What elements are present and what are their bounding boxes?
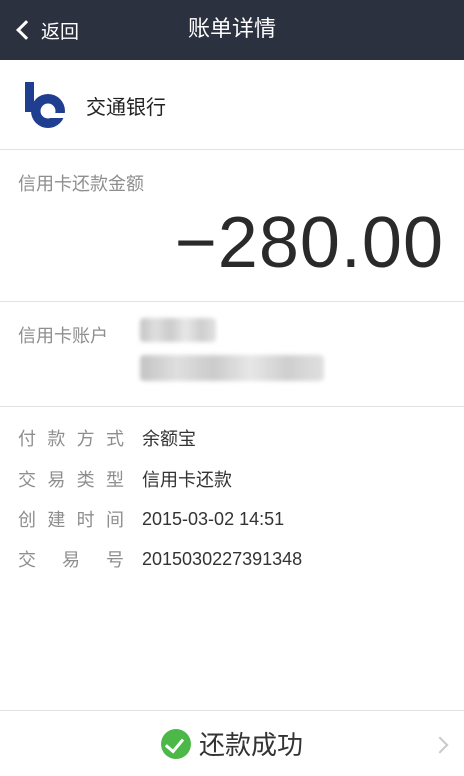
detail-row-payment-method: 付款方式 余额宝 [18, 418, 448, 458]
divider [0, 149, 464, 150]
divider [0, 406, 464, 407]
detail-value: 余额宝 [142, 429, 196, 449]
chevron-left-icon [16, 20, 36, 40]
account-name-blurred [140, 318, 216, 342]
bank-row: 交通银行 [0, 61, 464, 149]
detail-key: 交易号 [18, 550, 124, 571]
check-circle-icon [160, 728, 191, 759]
detail-value: 2015030227391348 [142, 548, 303, 569]
detail-row-transaction-number: 交易号 2015030227391348 [18, 539, 448, 579]
bank-name: 交通银行 [86, 94, 166, 119]
detail-row-transaction-type: 交易类型 信用卡还款 [18, 459, 448, 499]
divider [0, 301, 464, 302]
status-text: 还款成功 [198, 731, 303, 761]
amount-label: 信用卡还款金额 [18, 174, 144, 195]
chevron-right-icon [431, 736, 449, 754]
detail-key: 创建时间 [18, 510, 124, 531]
detail-value: 信用卡还款 [142, 470, 232, 490]
back-label: 返回 [41, 20, 80, 43]
back-button[interactable]: 返回 [14, 13, 79, 47]
bank-logo-icon [25, 82, 68, 128]
account-number-blurred [140, 355, 324, 381]
status-bar[interactable]: 还款成功 [0, 711, 464, 776]
detail-key: 交易类型 [18, 470, 124, 491]
top-bar: 返回 账单详情 [0, 0, 464, 60]
detail-key: 付款方式 [18, 429, 124, 450]
detail-value: 2015-03-02 14:51 [142, 508, 285, 529]
account-label: 信用卡账户 [18, 326, 108, 347]
detail-row-created-time: 创建时间 2015-03-02 14:51 [18, 499, 448, 539]
amount-value: −280.00 [174, 203, 444, 283]
